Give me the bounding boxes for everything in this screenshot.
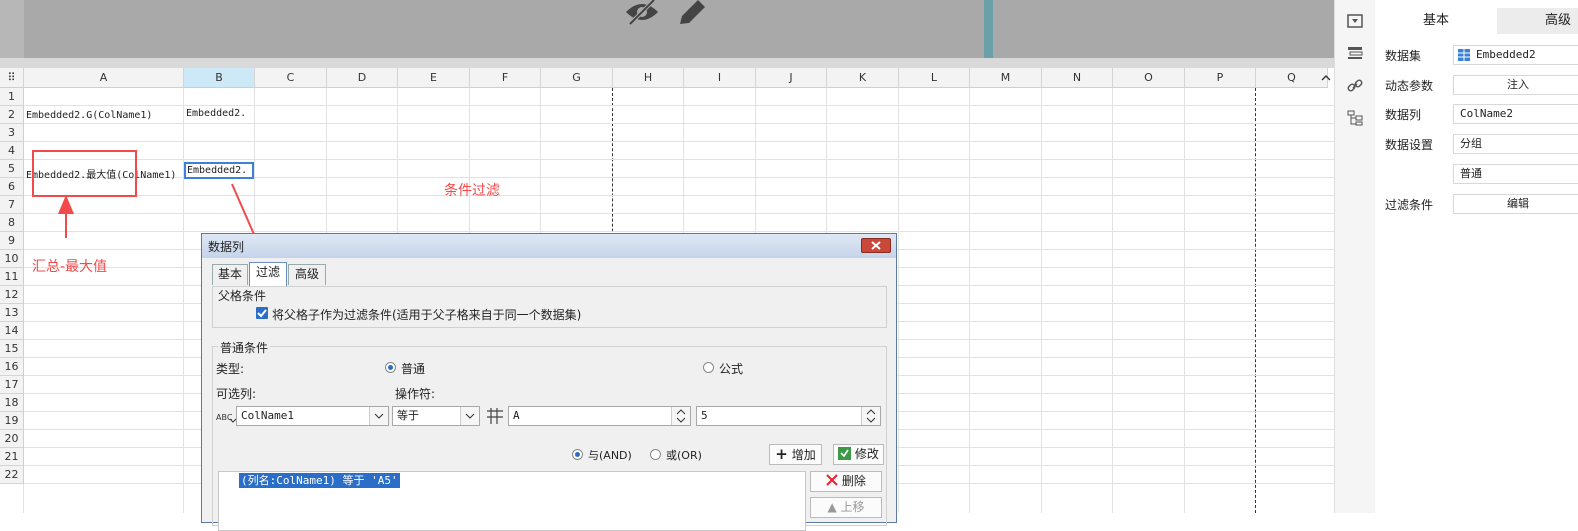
property-panel: 基本 高级 数据集 Embedded2 动态参数 注入 数据列 ColName2… bbox=[1334, 0, 1578, 513]
panel-tab-advanced[interactable]: 高级 bbox=[1497, 8, 1578, 34]
chevron-up-icon bbox=[1321, 75, 1331, 81]
label-data-column: 数据列 bbox=[1385, 108, 1422, 122]
svg-text:ABC: ABC bbox=[216, 413, 233, 422]
data-settings-mode-select[interactable]: 普通 bbox=[1453, 164, 1578, 184]
data-column-field[interactable]: ColName2 bbox=[1453, 104, 1578, 124]
dialog-tab-basic[interactable]: 基本 bbox=[212, 264, 248, 285]
close-icon bbox=[871, 241, 881, 250]
value-input-1[interactable]: A bbox=[508, 406, 691, 426]
arrow-up-icon: ▲ bbox=[827, 500, 837, 514]
value-input-1-text: A bbox=[513, 409, 520, 422]
dataset-value: Embedded2 bbox=[1476, 48, 1536, 61]
delete-icon bbox=[826, 474, 838, 486]
panel-icon-strip bbox=[1335, 0, 1375, 513]
parent-condition-label: 将父格子作为过滤条件(适用于父子格来自于同一个数据集) bbox=[272, 308, 582, 322]
data-column-dialog: 数据列 基本 过滤 高级 父格条件 将父格子作为过滤条件(适用于父子格来自于同一… bbox=[201, 233, 897, 531]
label-data-settings: 数据设置 bbox=[1385, 138, 1434, 152]
add-button-label: 增加 bbox=[791, 448, 816, 462]
logic-and-label: 与(AND) bbox=[588, 449, 632, 462]
value-input-2-text: 5 bbox=[701, 409, 708, 422]
chevron-down-icon[interactable] bbox=[369, 407, 388, 425]
modify-icon bbox=[838, 447, 852, 460]
operator-select[interactable]: 等于 bbox=[392, 406, 480, 426]
dialog-titlebar[interactable]: 数据列 bbox=[202, 234, 896, 258]
dialog-title: 数据列 bbox=[208, 240, 245, 254]
close-button[interactable] bbox=[861, 238, 891, 253]
type-normal-label: 普通 bbox=[401, 362, 426, 376]
filter-edit-button[interactable]: 编辑 bbox=[1453, 194, 1578, 214]
cell-attribute-icon[interactable] bbox=[1347, 46, 1363, 60]
dataset-icon bbox=[1458, 49, 1470, 61]
type-normal-radio[interactable] bbox=[385, 362, 396, 373]
hyperlink-icon[interactable] bbox=[1347, 78, 1363, 94]
dialog-tab-advanced[interactable]: 高级 bbox=[288, 264, 326, 285]
type-formula-radio[interactable] bbox=[703, 362, 714, 373]
logic-or-radio[interactable] bbox=[650, 449, 661, 460]
spinner-icon[interactable] bbox=[861, 407, 880, 425]
normal-condition-title: 普通条件 bbox=[218, 339, 271, 356]
logic-and-radio[interactable] bbox=[572, 449, 583, 460]
panel-tab-basic[interactable]: 基本 bbox=[1375, 8, 1497, 34]
cell-reference-icon[interactable] bbox=[486, 407, 504, 425]
move-up-button[interactable]: ▲ 上移 bbox=[810, 497, 882, 518]
condition-list[interactable]: (列名:ColName1) 等于 'A5' bbox=[218, 471, 806, 531]
move-up-button-label: 上移 bbox=[840, 500, 865, 514]
checkmark-icon bbox=[257, 309, 267, 318]
dialog-tab-filter[interactable]: 过滤 bbox=[249, 262, 287, 286]
chevron-down-icon[interactable] bbox=[460, 407, 479, 425]
modify-button-label: 修改 bbox=[854, 447, 879, 461]
operator-select-value: 等于 bbox=[397, 409, 419, 422]
condition-list-item[interactable]: (列名:ColName1) 等于 'A5' bbox=[239, 473, 400, 488]
plus-icon: + bbox=[775, 445, 788, 463]
delete-button[interactable]: 删除 bbox=[810, 471, 882, 492]
type-formula-label: 公式 bbox=[719, 362, 744, 376]
tree-structure-icon[interactable] bbox=[1347, 110, 1363, 126]
scroll-up-button[interactable] bbox=[1318, 70, 1334, 86]
parent-condition-checkbox[interactable] bbox=[256, 307, 268, 319]
column-select[interactable]: ColName1 bbox=[236, 406, 389, 426]
label-dataset: 数据集 bbox=[1385, 49, 1422, 63]
optional-column-label: 可选列: bbox=[216, 387, 257, 401]
column-select-value: ColName1 bbox=[241, 409, 294, 422]
text-type-icon: ABC bbox=[216, 413, 236, 423]
value-input-2[interactable]: 5 bbox=[696, 406, 881, 426]
type-label: 类型: bbox=[216, 362, 245, 376]
spinner-icon[interactable] bbox=[671, 407, 690, 425]
cell-element-icon[interactable] bbox=[1347, 14, 1363, 28]
parent-condition-title: 父格条件 bbox=[218, 289, 267, 303]
label-dynamic-params: 动态参数 bbox=[1385, 79, 1434, 93]
label-filter-condition: 过滤条件 bbox=[1385, 198, 1434, 212]
operator-label: 操作符: bbox=[395, 387, 436, 401]
modify-button[interactable]: 修改 bbox=[833, 444, 884, 465]
data-settings-select[interactable]: 分组 bbox=[1453, 134, 1578, 154]
delete-button-label: 删除 bbox=[841, 474, 866, 488]
dataset-field[interactable]: Embedded2 bbox=[1453, 45, 1578, 65]
inject-button[interactable]: 注入 bbox=[1453, 75, 1578, 95]
add-button[interactable]: + 增加 bbox=[769, 444, 822, 465]
logic-or-label: 或(OR) bbox=[666, 449, 702, 462]
